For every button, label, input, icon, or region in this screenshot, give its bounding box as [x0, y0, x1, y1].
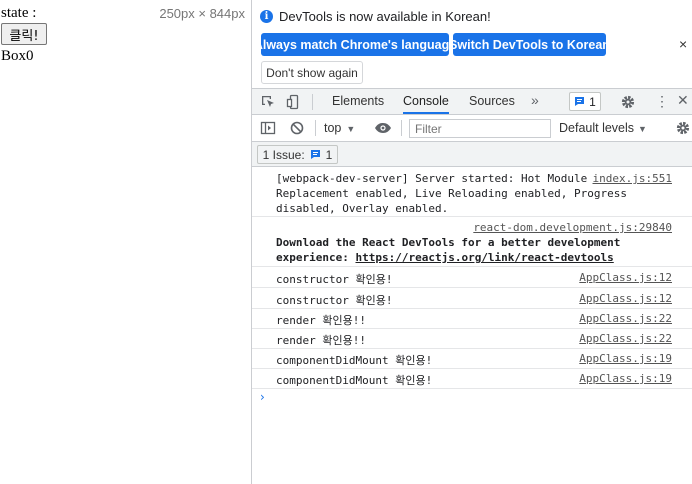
context-selector[interactable]: top ▼ [324, 121, 355, 135]
console-message-text: experience: [276, 251, 356, 264]
console-message-text: constructor 확인용! [276, 273, 393, 286]
console-message-line: Replacement enabled, Live Reloading enab… [276, 187, 627, 200]
info-icon: i [260, 10, 273, 23]
toolbar-divider [315, 120, 316, 136]
chevron-down-icon: ▼ [638, 124, 647, 134]
kebab-menu-icon[interactable]: ⋮ [655, 93, 669, 110]
log-levels-label: Default levels [559, 121, 635, 135]
box-text: Box0 [1, 48, 34, 64]
sidebar-toggle-icon[interactable] [260, 120, 276, 136]
console-message: constructor 확인용! AppClass.js:12 [252, 267, 692, 288]
infobar-message: DevTools is now available in Korean! [279, 9, 491, 24]
message-icon [575, 97, 585, 106]
inspect-element-icon[interactable] [260, 94, 276, 110]
tab-sources[interactable]: Sources [469, 89, 515, 114]
match-language-button[interactable]: Always match Chrome's language [254, 33, 456, 56]
source-link[interactable]: react-dom.development.js:29840 [473, 221, 672, 234]
message-icon [310, 150, 320, 159]
click-button[interactable]: 클릭! [1, 23, 47, 45]
switch-language-button[interactable]: Switch DevTools to Korean [449, 33, 610, 56]
chevron-down-icon: ▼ [346, 124, 356, 134]
language-infobar: i DevTools is now available in Korean! A… [252, 0, 692, 89]
issues-bar-count: 1 [325, 147, 333, 162]
console-message-text: componentDidMount 확인용! [276, 354, 433, 367]
log-levels-dropdown[interactable]: Default levels ▼ [559, 121, 647, 135]
console-message-text: render 확인용!! [276, 314, 366, 327]
console-message-text: componentDidMount 확인용! [276, 374, 433, 387]
devtools-tabbar: Elements Console Sources » 1 ⋮ ✕ [252, 89, 692, 115]
console-toolbar: top▼ Default levels▼ [252, 115, 692, 142]
viewport-size-readout: 250px × 844px [159, 6, 245, 21]
source-link[interactable]: AppClass.js:19 [579, 352, 672, 365]
console-message-line: Download the React DevTools for a better… [276, 236, 621, 249]
context-selector-label: top [324, 121, 342, 135]
console-output: [webpack-dev-server] Server started: Hot… [252, 167, 692, 484]
console-message: componentDidMount 확인용! AppClass.js:19 [252, 368, 692, 389]
console-prompt[interactable]: › [260, 390, 265, 404]
console-message: react-dom.development.js:29840 Download … [252, 217, 692, 267]
close-devtools-icon[interactable]: ✕ [677, 92, 689, 109]
state-label: state : [1, 5, 37, 21]
source-link[interactable]: AppClass.js:12 [579, 292, 672, 305]
console-message-line: disabled, Overlay enabled. [276, 202, 449, 215]
console-message: render 확인용!! AppClass.js:22 [252, 308, 692, 329]
toolbar-divider [312, 94, 313, 110]
issues-label: 1 Issue: [262, 147, 305, 162]
issues-count: 1 [589, 94, 596, 109]
source-link[interactable]: AppClass.js:22 [579, 332, 672, 345]
console-message: componentDidMount 확인용! AppClass.js:19 [252, 348, 692, 369]
toolbar-divider [401, 120, 402, 136]
more-tabs-icon[interactable]: » [531, 92, 539, 108]
console-message: render 확인용!! AppClass.js:22 [252, 328, 692, 349]
console-message-text: render 확인용!! [276, 334, 366, 347]
console-message-line: [webpack-dev-server] Server started: Hot… [276, 172, 588, 185]
console-message: constructor 확인용! AppClass.js:12 [252, 288, 692, 309]
gear-icon[interactable] [620, 94, 636, 110]
filter-input[interactable] [409, 119, 551, 138]
console-message: [webpack-dev-server] Server started: Hot… [252, 167, 692, 217]
issues-bar: 1 Issue: 1 [252, 142, 692, 167]
source-link[interactable]: AppClass.js:12 [579, 271, 672, 284]
clear-console-icon[interactable] [289, 120, 305, 136]
console-message-line: experience: https://reactjs.org/link/rea… [276, 251, 614, 264]
issues-button[interactable]: 1 Issue: 1 [257, 145, 338, 164]
console-message-text: constructor 확인용! [276, 294, 393, 307]
react-devtools-link[interactable]: https://reactjs.org/link/react-devtools [355, 251, 613, 264]
dont-show-again-button[interactable]: Don't show again [261, 61, 363, 84]
tab-elements[interactable]: Elements [332, 89, 384, 114]
source-link[interactable]: index.js:551 [593, 172, 672, 185]
eye-icon[interactable] [374, 120, 392, 136]
devtools-panel: i DevTools is now available in Korean! A… [252, 0, 692, 484]
page-viewport: state : 250px × 844px 클릭! Box0 [0, 0, 251, 484]
console-settings-gear-icon[interactable] [675, 120, 691, 136]
issues-badge[interactable]: 1 [569, 92, 601, 111]
device-toolbar-icon[interactable] [286, 94, 302, 110]
source-link[interactable]: AppClass.js:22 [579, 312, 672, 325]
source-link[interactable]: AppClass.js:19 [579, 372, 672, 385]
tab-console[interactable]: Console [403, 89, 449, 114]
infobar-close-icon[interactable]: × [679, 36, 687, 52]
